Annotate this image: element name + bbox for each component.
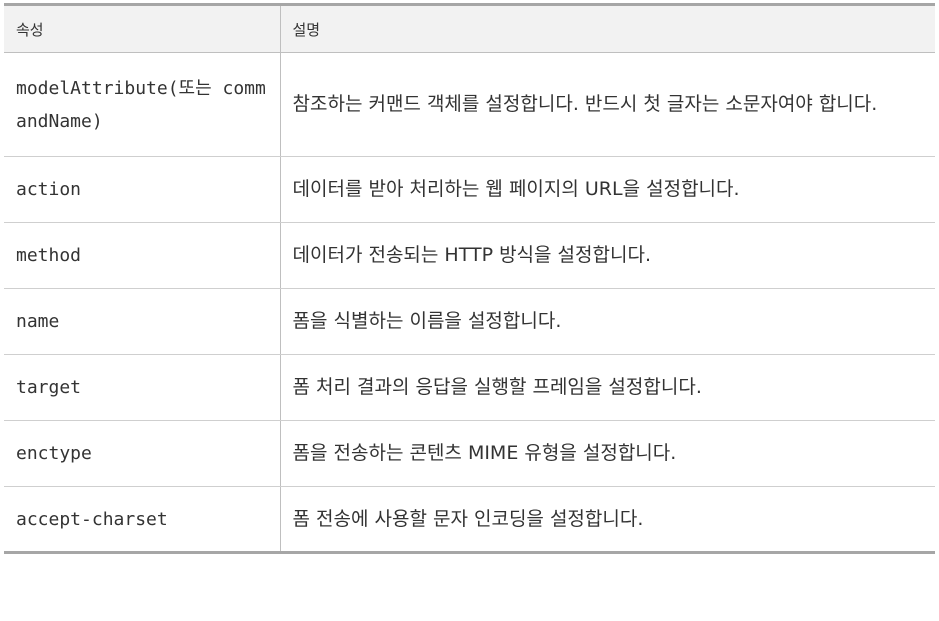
attribute-cell: name <box>4 288 280 355</box>
table-header: 속성 설명 <box>4 3 935 53</box>
description-cell: 데이터를 받아 처리하는 웹 페이지의 URL을 설정합니다. <box>279 156 935 223</box>
table-row: action 데이터를 받아 처리하는 웹 페이지의 URL을 설정합니다. <box>4 156 935 223</box>
table-row: enctype 폼을 전송하는 콘텐츠 MIME 유형을 설정합니다. <box>4 420 935 487</box>
description-cell: 폼을 식별하는 이름을 설정합니다. <box>279 288 935 355</box>
table-body: modelAttribute(또는 commandName) 참조하는 커맨드 … <box>4 52 935 554</box>
header-attribute: 속성 <box>4 3 280 53</box>
description-cell: 폼 처리 결과의 응답을 실행할 프레임을 설정합니다. <box>279 354 935 421</box>
description-cell: 참조하는 커맨드 객체를 설정합니다. 반드시 첫 글자는 소문자여야 합니다. <box>279 52 935 157</box>
table-row: modelAttribute(또는 commandName) 참조하는 커맨드 … <box>4 52 935 157</box>
attribute-cell: enctype <box>4 420 280 487</box>
description-cell: 폼 전송에 사용할 문자 인코딩을 설정합니다. <box>279 486 935 554</box>
attribute-cell: accept-charset <box>4 486 280 554</box>
table-row: method 데이터가 전송되는 HTTP 방식을 설정합니다. <box>4 222 935 289</box>
description-cell: 폼을 전송하는 콘텐츠 MIME 유형을 설정합니다. <box>279 420 935 487</box>
table-row: accept-charset 폼 전송에 사용할 문자 인코딩을 설정합니다. <box>4 486 935 554</box>
attribute-cell: modelAttribute(또는 commandName) <box>4 52 280 157</box>
table-row: name 폼을 식별하는 이름을 설정합니다. <box>4 288 935 355</box>
attribute-cell: action <box>4 156 280 223</box>
header-description: 설명 <box>279 3 935 53</box>
header-row: 속성 설명 <box>4 3 935 53</box>
attribute-cell: target <box>4 354 280 421</box>
form-attribute-table: 속성 설명 modelAttribute(또는 commandName) 참조하… <box>4 3 935 554</box>
attribute-table-container: 속성 설명 modelAttribute(또는 commandName) 참조하… <box>4 3 935 554</box>
table-row: target 폼 처리 결과의 응답을 실행할 프레임을 설정합니다. <box>4 354 935 421</box>
description-cell: 데이터가 전송되는 HTTP 방식을 설정합니다. <box>279 222 935 289</box>
attribute-cell: method <box>4 222 280 289</box>
